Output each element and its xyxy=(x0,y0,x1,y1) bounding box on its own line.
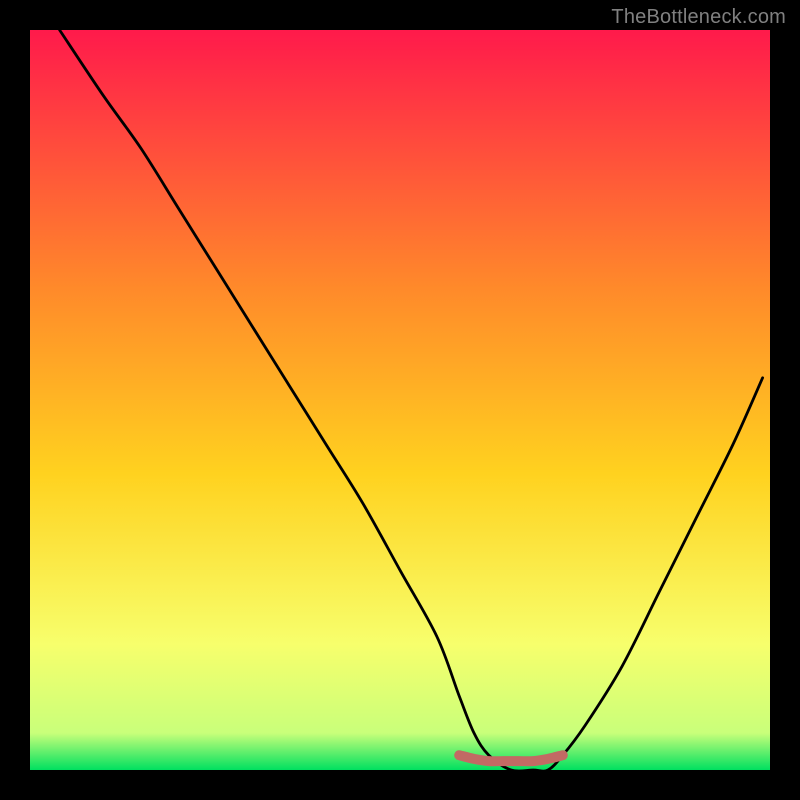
optimal-zone-marker xyxy=(459,755,563,761)
plot-background xyxy=(30,30,770,770)
chart-stage: TheBottleneck.com xyxy=(0,0,800,800)
bottleneck-chart xyxy=(0,0,800,800)
watermark-text: TheBottleneck.com xyxy=(611,6,786,29)
